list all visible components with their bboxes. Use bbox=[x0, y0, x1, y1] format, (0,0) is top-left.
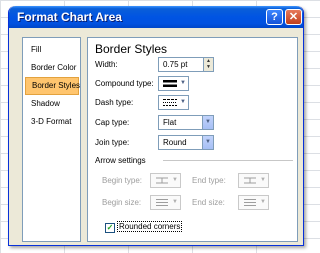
arrow-settings-heading: Arrow settings bbox=[95, 156, 146, 165]
width-value: 0.75 pt bbox=[163, 60, 188, 69]
end-size-dropdown: ▼ bbox=[238, 195, 269, 210]
rounded-corners-checkbox[interactable]: ✓ bbox=[105, 223, 115, 233]
join-type-select[interactable]: Round ▼ bbox=[158, 135, 214, 150]
cap-type-select[interactable]: Flat ▼ bbox=[158, 115, 214, 130]
category-list: Fill Border Color Border Styles Shadow 3… bbox=[22, 37, 81, 242]
end-type-label: End type: bbox=[192, 176, 226, 185]
compound-type-dropdown[interactable]: ▼ bbox=[158, 76, 189, 91]
dash-type-label: Dash type: bbox=[95, 98, 134, 107]
chevron-down-icon: ▼ bbox=[172, 177, 178, 183]
nav-item-3d-format[interactable]: 3-D Format bbox=[25, 113, 79, 131]
dialog-title: Format Chart Area bbox=[17, 10, 122, 24]
arrow-type-icon bbox=[156, 177, 168, 184]
compound-lines-icon bbox=[163, 80, 177, 87]
width-spinner[interactable]: 0.75 pt ▲ ▼ bbox=[158, 57, 214, 72]
panel-heading: Border Styles bbox=[95, 42, 168, 56]
spin-down-icon[interactable]: ▼ bbox=[204, 64, 213, 70]
nav-item-border-styles[interactable]: Border Styles bbox=[25, 77, 80, 95]
nav-item-fill[interactable]: Fill bbox=[25, 41, 79, 59]
chevron-down-icon: ▼ bbox=[260, 177, 266, 183]
end-size-label: End size: bbox=[192, 198, 225, 207]
join-type-value: Round bbox=[163, 138, 187, 147]
arrow-size-icon bbox=[244, 199, 256, 206]
nav-item-shadow[interactable]: Shadow bbox=[25, 95, 79, 113]
chevron-down-icon: ▼ bbox=[260, 199, 266, 205]
cap-type-label: Cap type: bbox=[95, 118, 130, 127]
width-spin-buttons[interactable]: ▲ ▼ bbox=[203, 58, 213, 71]
begin-type-label: Begin type: bbox=[102, 176, 143, 185]
width-label: Width: bbox=[95, 60, 118, 69]
chevron-down-icon: ▼ bbox=[180, 80, 186, 86]
title-bar[interactable]: Format Chart Area ? ✕ bbox=[9, 6, 303, 28]
cap-type-value: Flat bbox=[163, 118, 177, 127]
chevron-down-icon[interactable]: ▼ bbox=[202, 116, 213, 129]
dash-lines-icon bbox=[163, 99, 177, 106]
format-chart-area-dialog: Format Chart Area ? ✕ Fill Border Color … bbox=[8, 6, 304, 246]
join-type-label: Join type: bbox=[95, 138, 130, 147]
chevron-down-icon: ▼ bbox=[180, 99, 186, 105]
dash-type-dropdown[interactable]: ▼ bbox=[158, 95, 189, 110]
chevron-down-icon: ▼ bbox=[172, 199, 178, 205]
close-button[interactable]: ✕ bbox=[285, 9, 302, 25]
section-divider bbox=[163, 160, 293, 161]
border-styles-panel: Border Styles Width: 0.75 pt ▲ ▼ Compoun… bbox=[87, 37, 298, 242]
rounded-corners-label[interactable]: Rounded corners bbox=[116, 221, 183, 232]
begin-size-label: Begin size: bbox=[102, 198, 142, 207]
begin-size-dropdown: ▼ bbox=[150, 195, 181, 210]
compound-type-label: Compound type: bbox=[95, 79, 154, 88]
help-button[interactable]: ? bbox=[266, 9, 283, 25]
arrow-type-icon bbox=[244, 177, 256, 184]
end-type-dropdown: ▼ bbox=[238, 173, 269, 188]
begin-type-dropdown: ▼ bbox=[150, 173, 181, 188]
arrow-size-icon bbox=[156, 199, 168, 206]
nav-item-border-color[interactable]: Border Color bbox=[25, 59, 79, 77]
chevron-down-icon[interactable]: ▼ bbox=[202, 136, 213, 149]
